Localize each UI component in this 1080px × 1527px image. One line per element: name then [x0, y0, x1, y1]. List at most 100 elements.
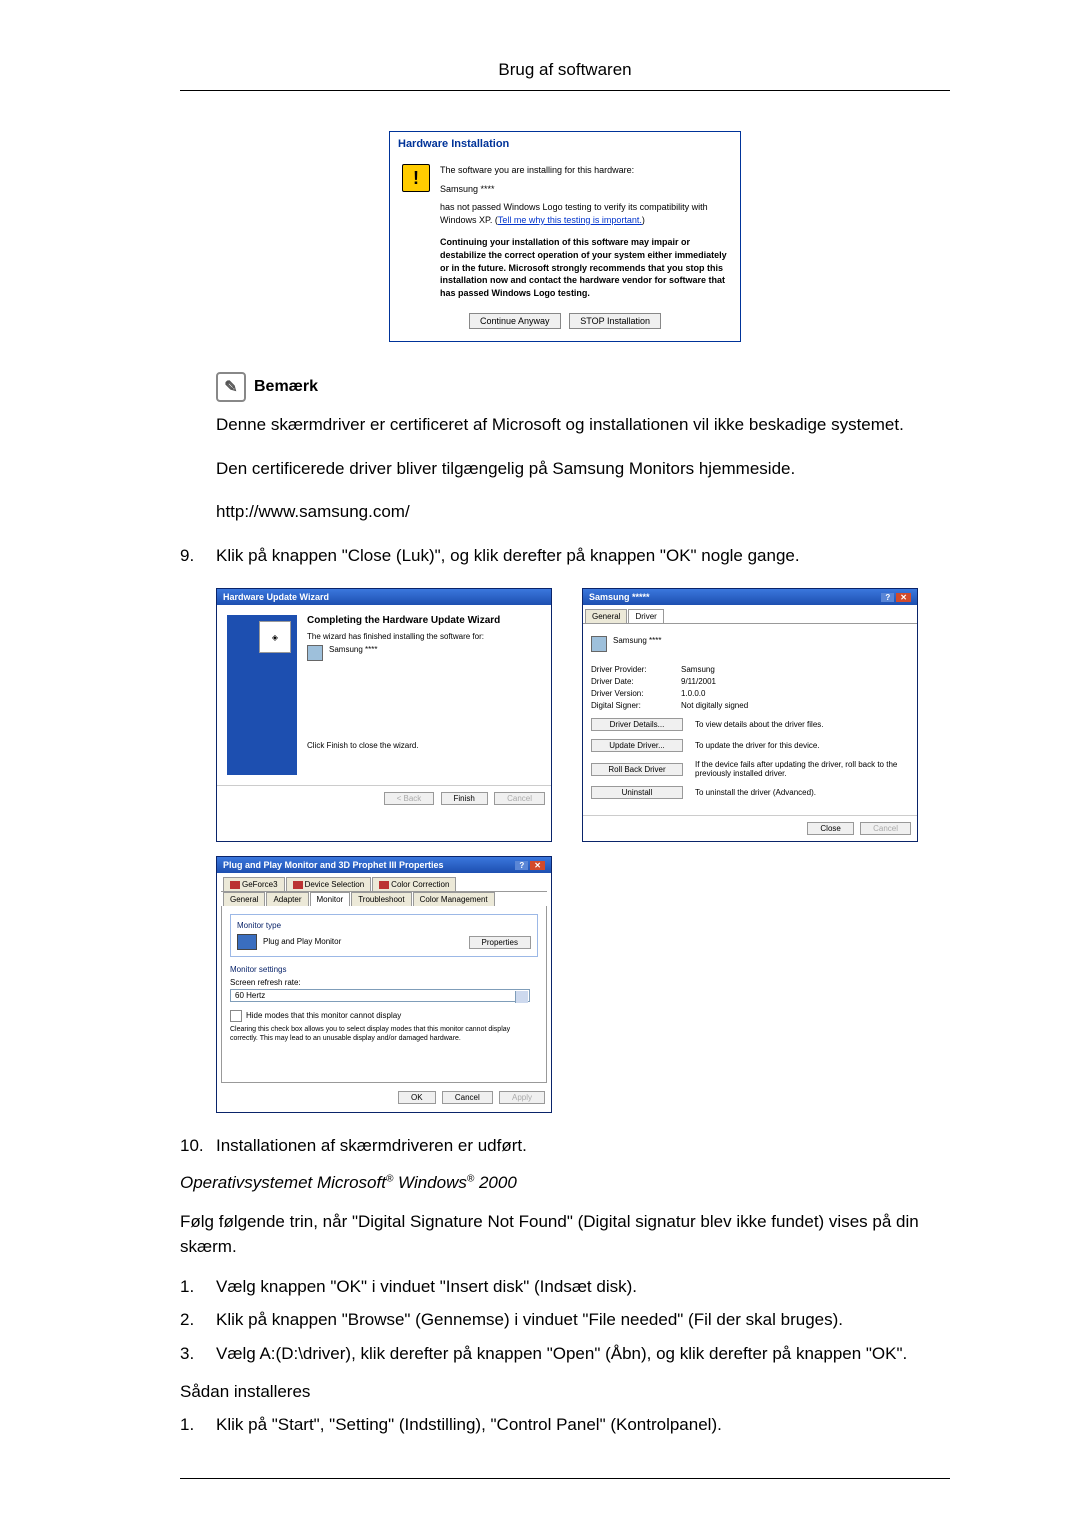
dialog-link[interactable]: Tell me why this testing is important. [498, 215, 642, 225]
wizard-finish-text: Click Finish to close the wizard. [307, 741, 541, 750]
os-heading: Operativsystemet Microsoft® Windows® 200… [180, 1173, 950, 1193]
wizard-sidebar-image: ◈ [227, 615, 297, 775]
dialog-title: Hardware Installation [390, 132, 740, 156]
dialog-line2b: ) [642, 215, 645, 225]
ok-button[interactable]: OK [398, 1091, 436, 1104]
finish-button[interactable]: Finish [441, 792, 488, 805]
driver-title-text: Samsung ***** [589, 592, 650, 602]
cancel-button-3[interactable]: Cancel [442, 1091, 493, 1104]
uninstall-button[interactable]: Uninstall [591, 786, 683, 799]
howto-step-1: 1. Klik på "Start", "Setting" (Indstilli… [180, 1412, 950, 1438]
step-number: 1. [180, 1412, 216, 1438]
step-2000-1: 1. Vælg knappen "OK" i vinduet "Insert d… [180, 1274, 950, 1300]
continue-anyway-button[interactable]: Continue Anyway [469, 313, 561, 329]
monitor-icon [237, 934, 257, 950]
tab-icon [379, 881, 389, 889]
warning-icon: ! [402, 164, 430, 192]
footer-rule [180, 1478, 950, 1479]
close-icon[interactable]: ✕ [896, 593, 911, 602]
step-9: 9. Klik på knappen "Close (Luk)", og kli… [180, 543, 950, 569]
dialog-hardware-update-wizard: Hardware Update Wizard ◈ Completing the … [216, 588, 552, 842]
rollback-driver-button[interactable]: Roll Back Driver [591, 763, 683, 776]
lbl-refresh: Screen refresh rate: [230, 978, 538, 987]
val-version: 1.0.0.0 [681, 689, 705, 698]
step-2000-2: 2. Klik på knappen "Browse" (Gennemse) i… [180, 1307, 950, 1333]
lbl-version: Driver Version: [591, 689, 681, 698]
desc-uninstall: To uninstall the driver (Advanced). [695, 788, 909, 797]
group-monitor-settings: Monitor settings [230, 965, 538, 974]
tab-color-correction[interactable]: Color Correction [372, 877, 456, 891]
step-text: Vælg A:(D:\driver), klik derefter på kna… [216, 1341, 950, 1367]
help-icon[interactable]: ? [881, 593, 894, 602]
lbl-date: Driver Date: [591, 677, 681, 686]
wizard-heading: Completing the Hardware Update Wizard [307, 615, 541, 626]
back-button[interactable]: < Back [384, 792, 435, 805]
step-number: 1. [180, 1274, 216, 1300]
wizard-titlebar: Hardware Update Wizard [217, 589, 551, 605]
chk-label: Hide modes that this monitor cannot disp… [246, 1011, 401, 1020]
dialog-device: Samsung **** [440, 183, 728, 196]
wizard-title-text: Hardware Update Wizard [223, 592, 329, 602]
lbl-signer: Digital Signer: [591, 701, 681, 710]
update-driver-button[interactable]: Update Driver... [591, 739, 683, 752]
driver-details-button[interactable]: Driver Details... [591, 718, 683, 731]
paragraph-follow: Følg følgende trin, når "Digital Signatu… [180, 1209, 950, 1260]
tab-icon [293, 881, 303, 889]
note-label: Bemærk [254, 378, 318, 396]
dialog-driver-properties: Samsung *****?✕ General Driver Samsung *… [582, 588, 918, 842]
tab-color-management[interactable]: Color Management [413, 892, 495, 906]
dialog-monitor-properties: Plug and Play Monitor and 3D Prophet III… [216, 856, 552, 1113]
step-text: Klik på knappen "Browse" (Gennemse) i vi… [216, 1307, 950, 1333]
tab-general[interactable]: General [585, 609, 627, 623]
tab-adapter[interactable]: Adapter [266, 892, 308, 906]
properties-button[interactable]: Properties [469, 936, 531, 949]
cancel-button[interactable]: Cancel [494, 792, 545, 805]
paragraph-cert: Denne skærmdriver er certificeret af Mic… [216, 412, 950, 438]
stop-installation-button[interactable]: STOP Installation [569, 313, 661, 329]
desc-rollback: If the device fails after updating the d… [695, 760, 909, 778]
wizard-device: Samsung **** [329, 645, 377, 661]
apply-button[interactable]: Apply [499, 1091, 545, 1104]
wizard-sidebar-icon: ◈ [259, 621, 291, 653]
desc-update: To update the driver for this device. [695, 741, 909, 750]
step-number: 9. [180, 543, 216, 569]
tab-device-selection[interactable]: Device Selection [286, 877, 372, 891]
step-10: 10. Installationen af skærmdriveren er u… [180, 1133, 950, 1159]
paragraph-url: http://www.samsung.com/ [216, 499, 950, 525]
desc-details: To view details about the driver files. [695, 720, 909, 729]
close-button[interactable]: Close [807, 822, 853, 835]
step-number: 2. [180, 1307, 216, 1333]
refresh-rate-select[interactable]: 60 Hertz [230, 989, 530, 1002]
tab-troubleshoot[interactable]: Troubleshoot [351, 892, 411, 906]
step-text: Klik på knappen "Close (Luk)", og klik d… [216, 543, 950, 569]
tab-geforce3[interactable]: GeForce3 [223, 877, 285, 891]
dialog-line1: The software you are installing for this… [440, 164, 728, 177]
tab-monitor[interactable]: Monitor [310, 892, 351, 906]
step-number: 3. [180, 1341, 216, 1367]
driver-device: Samsung **** [613, 636, 661, 652]
val-provider: Samsung [681, 665, 715, 674]
val-date: 9/11/2001 [681, 677, 716, 686]
howto-heading: Sådan installeres [180, 1382, 950, 1402]
note-header: ✎ Bemærk [216, 372, 950, 402]
note-icon: ✎ [216, 372, 246, 402]
page-header: Brug af softwaren [180, 60, 950, 80]
step-2000-3: 3. Vælg A:(D:\driver), klik derefter på … [180, 1341, 950, 1367]
cancel-button-2[interactable]: Cancel [860, 822, 911, 835]
step-text: Installationen af skærmdriveren er udfør… [216, 1133, 950, 1159]
tab-general-2[interactable]: General [223, 892, 265, 906]
val-signer: Not digitally signed [681, 701, 748, 710]
device-icon [307, 645, 323, 661]
step-number: 10. [180, 1133, 216, 1159]
monitor-titlebar: Plug and Play Monitor and 3D Prophet III… [217, 857, 551, 873]
driver-titlebar: Samsung *****?✕ [583, 589, 917, 605]
paragraph-avail: Den certificerede driver bliver tilgænge… [216, 456, 950, 482]
document-page: Brug af softwaren Hardware Installation … [0, 0, 1080, 1527]
lbl-provider: Driver Provider: [591, 665, 681, 674]
help-icon[interactable]: ? [515, 861, 528, 870]
hide-modes-checkbox[interactable] [230, 1010, 242, 1022]
wizard-line1: The wizard has finished installing the s… [307, 632, 541, 641]
close-icon[interactable]: ✕ [530, 861, 545, 870]
group-monitor-type: Monitor type [237, 921, 531, 930]
tab-driver[interactable]: Driver [628, 609, 663, 623]
